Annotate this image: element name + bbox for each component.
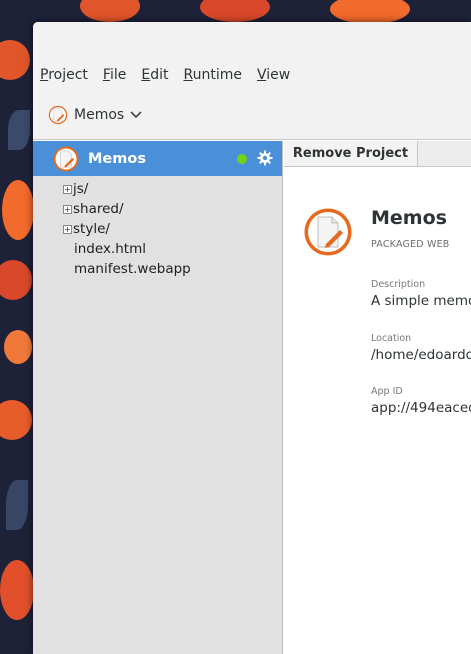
expand-icon[interactable]: +: [63, 184, 72, 194]
project-name: Memos: [371, 207, 447, 229]
tree-item-label: js/: [73, 181, 89, 197]
menu-file[interactable]: File: [103, 67, 126, 83]
sidebar-item-memos[interactable]: Memos: [33, 141, 282, 176]
header-bar: Project File Edit Runtime View Memos: [33, 22, 471, 140]
tree-item-label: index.html: [74, 241, 146, 257]
description-label: Description: [371, 279, 426, 290]
memos-app-icon: [48, 105, 68, 125]
app-window: Project File Edit Runtime View Memos Mem…: [33, 22, 471, 654]
remove-project-button[interactable]: Remove Project: [284, 141, 418, 167]
location-label: Location: [371, 333, 412, 344]
running-status-dot: [237, 154, 247, 164]
menubar: Project File Edit Runtime View: [40, 67, 290, 83]
tree-file-manifest[interactable]: manifest.webapp: [33, 259, 282, 279]
project-picker[interactable]: Memos: [48, 105, 142, 125]
appid-label: App ID: [371, 386, 403, 397]
tree-item-label: shared/: [73, 201, 124, 217]
menu-view[interactable]: View: [257, 67, 290, 83]
tree-folder-shared[interactable]: + shared/: [33, 199, 282, 219]
gear-icon[interactable]: [257, 150, 273, 166]
expand-icon[interactable]: +: [63, 204, 72, 214]
tree-item-label: style/: [73, 221, 110, 237]
chevron-down-icon: [130, 111, 142, 119]
file-tree: + js/ + shared/ + style/ index.html mani…: [33, 176, 282, 279]
expand-icon[interactable]: +: [63, 224, 72, 234]
sidebar-item-label: Memos: [88, 150, 146, 167]
description-value: A simple memo: [371, 293, 471, 309]
tree-folder-js[interactable]: + js/: [33, 179, 282, 199]
project-picker-label: Memos: [74, 107, 125, 123]
tree-folder-style[interactable]: + style/: [33, 219, 282, 239]
location-value: /home/edoardo/: [371, 347, 471, 363]
menu-edit[interactable]: Edit: [141, 67, 168, 83]
project-details-panel: Remove Project Memos PACKAGED WEB Descri…: [284, 141, 471, 654]
tree-item-label: manifest.webapp: [74, 261, 191, 277]
appid-value: app://494eaced: [371, 400, 471, 416]
project-type: PACKAGED WEB: [371, 239, 450, 250]
memos-app-icon: [53, 146, 79, 171]
menu-project[interactable]: Project: [40, 67, 88, 83]
memos-app-icon: [304, 208, 352, 256]
menu-runtime[interactable]: Runtime: [183, 67, 242, 83]
details-toolbar: Remove Project: [284, 141, 471, 167]
project-sidebar: Memos + js/ + shared/ + style/ index.htm…: [33, 141, 283, 654]
tree-file-index[interactable]: index.html: [33, 239, 282, 259]
